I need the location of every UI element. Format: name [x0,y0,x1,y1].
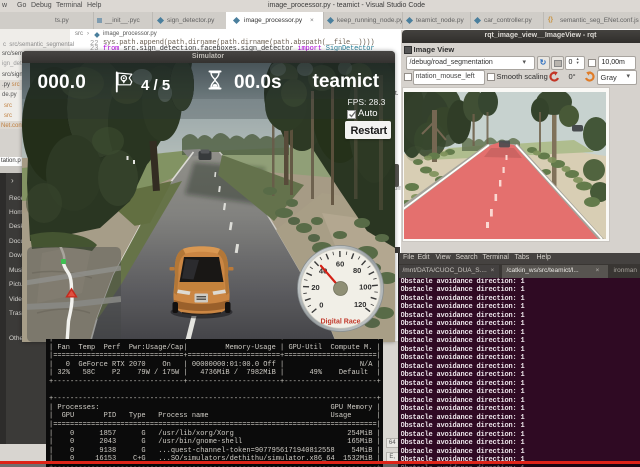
svg-text:80: 80 [353,266,361,275]
svg-text:120: 120 [354,300,367,309]
svg-text:20: 20 [311,283,319,292]
svg-text:60: 60 [336,260,344,269]
svg-text:100: 100 [359,282,372,291]
svg-text:0: 0 [319,301,323,310]
svg-text:Digital Race: Digital Race [320,319,360,326]
